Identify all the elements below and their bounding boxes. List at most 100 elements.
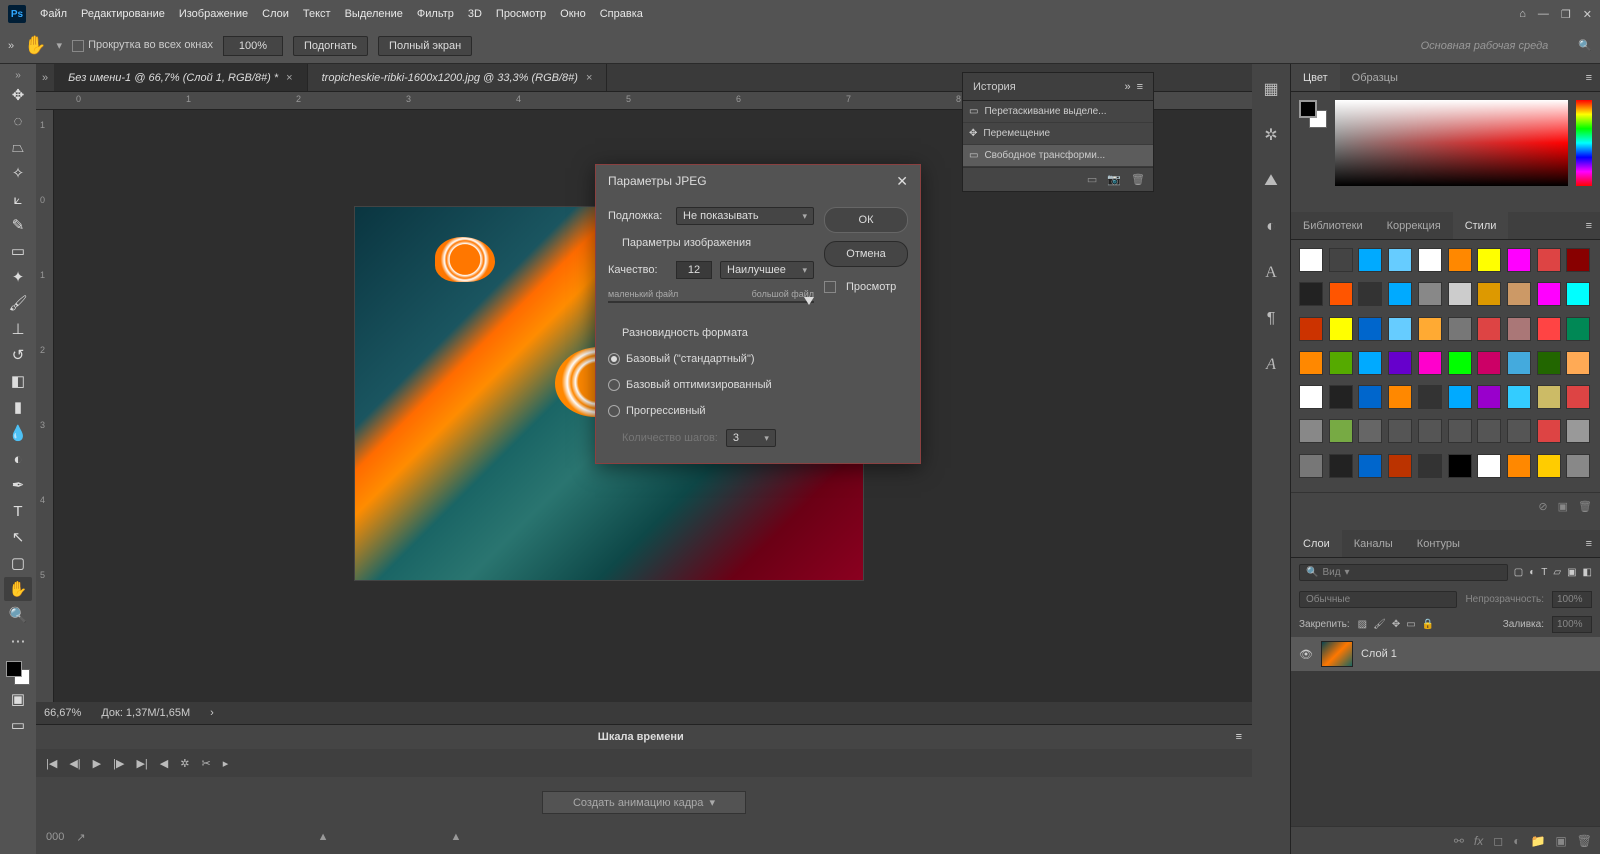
cloud-icon[interactable]: ⌂ xyxy=(1519,8,1526,21)
style-swatch[interactable] xyxy=(1537,351,1561,375)
blur-tool[interactable]: 💧 xyxy=(4,421,32,445)
style-swatch[interactable] xyxy=(1388,248,1412,272)
dock-character-icon[interactable]: A xyxy=(1260,262,1282,284)
convert-icon[interactable]: ↗ xyxy=(76,831,85,844)
style-swatch[interactable] xyxy=(1388,454,1412,478)
tab-channels[interactable]: Каналы xyxy=(1342,530,1405,557)
style-swatch[interactable] xyxy=(1358,282,1382,306)
quality-input[interactable]: 12 xyxy=(676,261,712,279)
group-icon[interactable]: 📁 xyxy=(1530,834,1545,848)
style-swatch[interactable] xyxy=(1448,317,1472,341)
prev-frame-icon[interactable]: ◀| xyxy=(69,757,80,770)
style-swatch[interactable] xyxy=(1537,282,1561,306)
close-dialog-icon[interactable]: ✕ xyxy=(896,173,908,190)
lock-pixels-icon[interactable]: 🖌 xyxy=(1373,619,1386,630)
eyedropper-tool[interactable]: ✎ xyxy=(4,213,32,237)
tab-layers[interactable]: Слои xyxy=(1291,530,1342,557)
style-swatch[interactable] xyxy=(1507,385,1531,409)
style-swatch[interactable] xyxy=(1477,454,1501,478)
color-picker[interactable] xyxy=(1335,100,1568,186)
dodge-tool[interactable]: ◐ xyxy=(4,447,32,471)
screenmode-tool[interactable]: ▭ xyxy=(4,713,32,737)
marquee-tool[interactable]: ◌ xyxy=(4,109,32,133)
style-swatch[interactable] xyxy=(1566,282,1590,306)
document-tab-active[interactable]: Без имени-1 @ 66,7% (Слой 1, RGB/8#) *× xyxy=(54,64,307,91)
delete-style-icon[interactable]: 🗑 xyxy=(1578,500,1592,513)
style-swatch[interactable] xyxy=(1566,351,1590,375)
dock-85-icon[interactable]: ▦ xyxy=(1260,78,1282,100)
filter-toggle-icon[interactable]: ◧ xyxy=(1583,567,1592,578)
maximize-icon[interactable]: ❐ xyxy=(1561,8,1571,21)
panel-menu-icon[interactable]: ≡ xyxy=(1578,530,1600,557)
path-select-tool[interactable]: ↖ xyxy=(4,525,32,549)
quality-slider[interactable] xyxy=(608,301,814,303)
healing-tool[interactable]: ✦ xyxy=(4,265,32,289)
style-swatch[interactable] xyxy=(1358,419,1382,443)
scroll-all-windows-checkbox[interactable]: Прокрутка во всех окнах xyxy=(72,39,213,51)
adjustment-layer-icon[interactable]: ◐ xyxy=(1513,834,1520,848)
style-swatch[interactable] xyxy=(1418,248,1442,272)
edit-toolbar[interactable]: ⋯ xyxy=(4,629,32,653)
style-swatch[interactable] xyxy=(1477,282,1501,306)
lock-all-icon[interactable]: 🔒 xyxy=(1422,619,1434,630)
style-swatch[interactable] xyxy=(1507,419,1531,443)
style-swatch[interactable] xyxy=(1299,419,1323,443)
layer-fx-icon[interactable]: fx xyxy=(1474,834,1483,848)
style-swatch[interactable] xyxy=(1507,248,1531,272)
timeline-settings-icon[interactable]: ✲ xyxy=(180,757,189,770)
fit-button[interactable]: Подогнать xyxy=(293,36,368,56)
zoom-tool[interactable]: 🔍 xyxy=(4,603,32,627)
eraser-tool[interactable]: ◧ xyxy=(4,369,32,393)
style-swatch[interactable] xyxy=(1358,351,1382,375)
style-swatch[interactable] xyxy=(1418,385,1442,409)
style-swatch[interactable] xyxy=(1329,419,1353,443)
history-item[interactable]: ✥Перемещение xyxy=(963,123,1153,145)
menu-view[interactable]: Просмотр xyxy=(496,8,546,20)
style-swatch[interactable] xyxy=(1507,351,1531,375)
style-swatch[interactable] xyxy=(1448,454,1472,478)
close-tab-icon[interactable]: × xyxy=(586,72,592,84)
tab-libraries[interactable]: Библиотеки xyxy=(1291,212,1375,239)
filter-adjust-icon[interactable]: ◐ xyxy=(1529,567,1535,578)
move-tool[interactable]: ✥ xyxy=(4,83,32,107)
menu-filter[interactable]: Фильтр xyxy=(417,8,454,20)
close-tab-icon[interactable]: × xyxy=(286,72,292,84)
play-icon[interactable]: ▶ xyxy=(93,757,101,770)
cancel-button[interactable]: Отмена xyxy=(824,241,908,267)
style-swatch[interactable] xyxy=(1388,419,1412,443)
zoom-out-icon[interactable]: ▲ xyxy=(318,831,329,843)
style-swatch[interactable] xyxy=(1418,351,1442,375)
tab-swatches[interactable]: Образцы xyxy=(1340,64,1410,91)
lock-artboard-icon[interactable]: ▭ xyxy=(1406,619,1415,630)
style-swatch[interactable] xyxy=(1358,454,1382,478)
status-chevron-icon[interactable]: › xyxy=(210,707,214,719)
style-swatch[interactable] xyxy=(1477,317,1501,341)
zoom-input[interactable]: 100% xyxy=(223,36,283,56)
menu-layers[interactable]: Слои xyxy=(262,8,289,20)
dock-toggle-icon[interactable]: » xyxy=(8,40,14,52)
style-swatch[interactable] xyxy=(1329,351,1353,375)
style-swatch[interactable] xyxy=(1358,385,1382,409)
radio-baseline-optimized[interactable]: Базовый оптимизированный xyxy=(608,377,814,393)
menu-help[interactable]: Справка xyxy=(600,8,643,20)
tab-adjustments[interactable]: Коррекция xyxy=(1375,212,1453,239)
style-swatch[interactable] xyxy=(1537,248,1561,272)
status-zoom[interactable]: 66,67% xyxy=(44,707,81,719)
style-swatch[interactable] xyxy=(1418,419,1442,443)
dock-adjustments-icon[interactable]: ◐ xyxy=(1260,216,1282,238)
audio-icon[interactable]: ◀ xyxy=(160,757,168,770)
search-icon[interactable]: 🔍 xyxy=(1578,39,1592,52)
style-swatch[interactable] xyxy=(1388,385,1412,409)
close-window-icon[interactable]: ✕ xyxy=(1583,8,1592,21)
style-swatch[interactable] xyxy=(1448,351,1472,375)
no-style-icon[interactable]: ⊘ xyxy=(1538,500,1547,513)
dock-navigator-icon[interactable]: ✲ xyxy=(1260,124,1282,146)
style-swatch[interactable] xyxy=(1299,282,1323,306)
filter-image-icon[interactable]: ▢ xyxy=(1514,567,1523,578)
style-swatch[interactable] xyxy=(1418,454,1442,478)
style-swatch[interactable] xyxy=(1358,317,1382,341)
transition-icon[interactable]: ▸ xyxy=(223,757,229,770)
fill-input[interactable]: 100% xyxy=(1552,616,1592,633)
new-document-icon[interactable]: ▭ xyxy=(1087,173,1097,186)
style-swatch[interactable] xyxy=(1329,317,1353,341)
